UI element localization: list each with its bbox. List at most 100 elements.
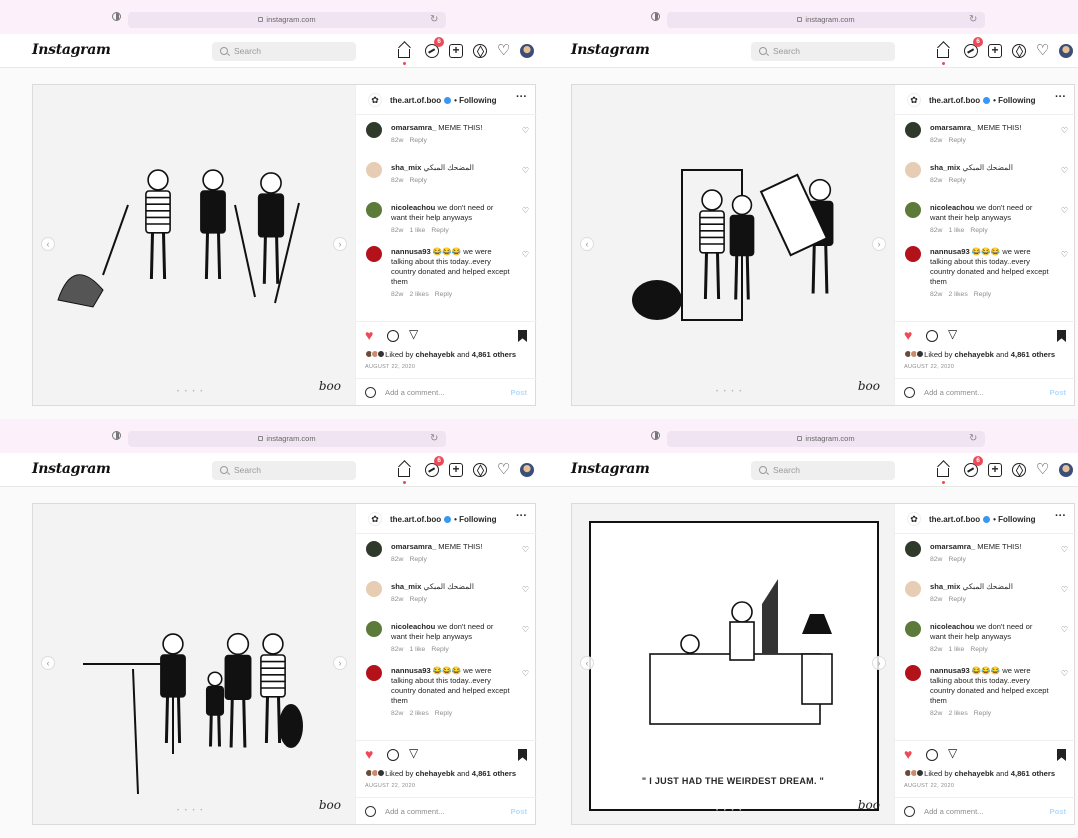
explore-icon[interactable] bbox=[1012, 44, 1026, 58]
liked-count[interactable]: 4,861 others bbox=[1011, 350, 1055, 359]
comment-like-icon[interactable]: ♡ bbox=[1061, 625, 1068, 634]
post-image[interactable]: ‹ › • • • • boo bbox=[572, 85, 894, 405]
comment-likes[interactable]: 1 like bbox=[409, 227, 425, 234]
comment-like-icon[interactable]: ♡ bbox=[1061, 166, 1068, 175]
save-bookmark-icon[interactable] bbox=[1057, 749, 1066, 761]
comment-username[interactable]: nicoleachou bbox=[391, 203, 435, 212]
home-icon[interactable] bbox=[398, 49, 410, 58]
comment-username[interactable]: omarsamra_ bbox=[930, 542, 975, 551]
share-icon[interactable]: ▽ bbox=[948, 746, 957, 760]
commenter-avatar[interactable] bbox=[905, 162, 921, 178]
comment-icon[interactable] bbox=[926, 330, 938, 342]
following-button[interactable]: Following bbox=[459, 96, 496, 105]
commenter-avatar[interactable] bbox=[905, 122, 921, 138]
comment-like-icon[interactable]: ♡ bbox=[1061, 669, 1068, 678]
sidebar-icon[interactable] bbox=[112, 431, 121, 440]
comment-like-icon[interactable]: ♡ bbox=[1061, 206, 1068, 215]
address-bar[interactable]: instagram.com bbox=[667, 12, 985, 28]
reply-button[interactable]: Reply bbox=[409, 556, 426, 563]
comment-username[interactable]: nannusa93 bbox=[930, 247, 970, 256]
reply-button[interactable]: Reply bbox=[409, 137, 426, 144]
post-comment-button[interactable]: Post bbox=[511, 388, 527, 397]
carousel-next-button[interactable]: › bbox=[333, 656, 347, 670]
search-input[interactable]: Search bbox=[212, 461, 356, 480]
comment-username[interactable]: nicoleachou bbox=[930, 203, 974, 212]
add-comment-input[interactable]: Add a comment... bbox=[385, 807, 445, 816]
comment-username[interactable]: nannusa93 bbox=[930, 666, 970, 675]
home-icon[interactable] bbox=[937, 468, 949, 477]
new-post-icon[interactable]: + bbox=[988, 44, 1002, 58]
home-icon[interactable] bbox=[937, 49, 949, 58]
activity-heart-icon[interactable]: ♡ bbox=[497, 43, 511, 58]
add-comment-input[interactable]: Add a comment... bbox=[924, 807, 984, 816]
emoji-icon[interactable] bbox=[365, 387, 376, 398]
carousel-prev-button[interactable]: ‹ bbox=[580, 656, 594, 670]
comment-like-icon[interactable]: ♡ bbox=[1061, 126, 1068, 135]
profile-avatar[interactable] bbox=[1059, 44, 1073, 58]
reply-button[interactable]: Reply bbox=[409, 177, 426, 184]
following-button[interactable]: Following bbox=[459, 515, 496, 524]
save-bookmark-icon[interactable] bbox=[518, 330, 527, 342]
address-bar[interactable]: instagram.com bbox=[128, 12, 446, 28]
comment-likes[interactable]: 2 likes bbox=[948, 710, 967, 717]
comment-username[interactable]: sha_mix bbox=[391, 163, 421, 172]
comment-icon[interactable] bbox=[387, 749, 399, 761]
home-icon[interactable] bbox=[398, 468, 410, 477]
carousel-prev-button[interactable]: ‹ bbox=[580, 237, 594, 251]
comment-likes[interactable]: 1 like bbox=[948, 227, 964, 234]
carousel-next-button[interactable]: › bbox=[333, 237, 347, 251]
post-image[interactable]: ‹ › • • • • boo " I JUST HAD THE WEIRDES… bbox=[572, 504, 894, 824]
liked-user[interactable]: chehayebk bbox=[955, 769, 994, 778]
commenter-avatar[interactable] bbox=[366, 162, 382, 178]
account-name[interactable]: the.art.of.boo bbox=[390, 515, 441, 524]
reply-button[interactable]: Reply bbox=[435, 291, 452, 298]
post-image[interactable]: ‹ › • • • • boo bbox=[33, 504, 355, 824]
like-heart-icon[interactable]: ♥ bbox=[904, 327, 912, 343]
add-comment-input[interactable]: Add a comment... bbox=[924, 388, 984, 397]
commenter-avatar[interactable] bbox=[366, 581, 382, 597]
explore-icon[interactable] bbox=[1012, 463, 1026, 477]
reply-button[interactable]: Reply bbox=[974, 291, 991, 298]
reload-icon[interactable]: ↻ bbox=[430, 431, 438, 447]
comment-username[interactable]: nannusa93 bbox=[391, 666, 431, 675]
comment-username[interactable]: omarsamra_ bbox=[930, 123, 975, 132]
reload-icon[interactable]: ↻ bbox=[430, 12, 438, 28]
reply-button[interactable]: Reply bbox=[974, 710, 991, 717]
commenter-avatar[interactable] bbox=[366, 541, 382, 557]
like-heart-icon[interactable]: ♥ bbox=[365, 327, 373, 343]
liked-count[interactable]: 4,861 others bbox=[472, 350, 516, 359]
new-post-icon[interactable]: + bbox=[449, 463, 463, 477]
address-bar[interactable]: instagram.com bbox=[667, 431, 985, 447]
reply-button[interactable]: Reply bbox=[431, 227, 448, 234]
commenter-avatar[interactable] bbox=[905, 581, 921, 597]
comment-username[interactable]: nicoleachou bbox=[930, 622, 974, 631]
instagram-logo[interactable]: Instagram bbox=[32, 42, 111, 58]
save-bookmark-icon[interactable] bbox=[518, 749, 527, 761]
activity-heart-icon[interactable]: ♡ bbox=[1036, 462, 1050, 477]
reply-button[interactable]: Reply bbox=[948, 177, 965, 184]
share-icon[interactable]: ▽ bbox=[948, 327, 957, 341]
like-heart-icon[interactable]: ♥ bbox=[365, 746, 373, 762]
post-comment-button[interactable]: Post bbox=[1050, 807, 1066, 816]
instagram-logo[interactable]: Instagram bbox=[32, 461, 111, 477]
reload-icon[interactable]: ↻ bbox=[969, 12, 977, 28]
comment-likes[interactable]: 1 like bbox=[948, 646, 964, 653]
reply-button[interactable]: Reply bbox=[970, 646, 987, 653]
comment-like-icon[interactable]: ♡ bbox=[522, 250, 529, 259]
comment-like-icon[interactable]: ♡ bbox=[1061, 545, 1068, 554]
post-image[interactable]: ‹ › • • • • boo bbox=[33, 85, 355, 405]
account-avatar[interactable]: ✿ bbox=[368, 93, 382, 107]
explore-icon[interactable] bbox=[473, 463, 487, 477]
commenter-avatar[interactable] bbox=[366, 621, 382, 637]
comment-icon[interactable] bbox=[387, 330, 399, 342]
liked-user[interactable]: chehayebk bbox=[955, 350, 994, 359]
comment-username[interactable]: omarsamra_ bbox=[391, 123, 436, 132]
more-options-icon[interactable]: ··· bbox=[1055, 510, 1066, 522]
search-input[interactable]: Search bbox=[212, 42, 356, 61]
profile-avatar[interactable] bbox=[520, 44, 534, 58]
sidebar-icon[interactable] bbox=[112, 12, 121, 21]
sidebar-icon[interactable] bbox=[651, 12, 660, 21]
comment-like-icon[interactable]: ♡ bbox=[522, 585, 529, 594]
reply-button[interactable]: Reply bbox=[948, 556, 965, 563]
commenter-avatar[interactable] bbox=[366, 665, 382, 681]
